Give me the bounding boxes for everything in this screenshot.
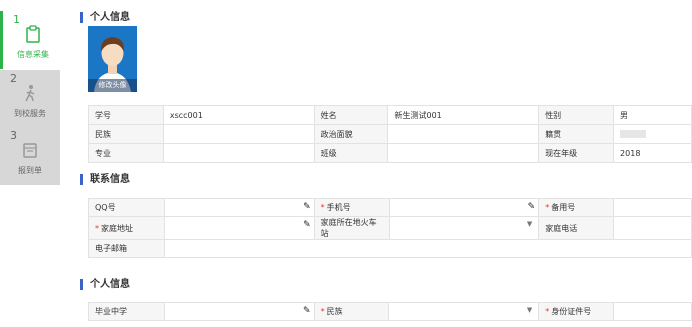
- qq-input[interactable]: ✎: [163, 198, 315, 217]
- email-label: 电子邮箱: [88, 239, 165, 258]
- cell-label: 民族: [88, 124, 164, 144]
- cell-value: 新生测试001: [387, 105, 540, 125]
- id-number-input[interactable]: [613, 302, 692, 321]
- home-address-input[interactable]: ✎: [163, 216, 315, 240]
- qq-label: QQ号: [88, 198, 165, 217]
- cell-value: [162, 124, 315, 144]
- backup-phone-input[interactable]: [613, 198, 692, 217]
- cell-label: 政治面貌: [313, 124, 389, 144]
- cell-value-blurred: [613, 124, 692, 144]
- home-phone-label: 家庭电话: [538, 216, 615, 240]
- cell-value: 2018: [613, 143, 692, 163]
- main-content: 个人信息 修改头像 学号 xscc001 姓名 新生测试001 性别 男 民族 …: [60, 0, 692, 327]
- station-label: 家庭所在地火车站: [313, 216, 390, 240]
- redacted-value: [620, 130, 647, 138]
- chevron-down-icon[interactable]: ▼: [527, 306, 532, 314]
- calendar-icon: [23, 143, 37, 158]
- edit-pencil-icon[interactable]: ✎: [303, 202, 311, 212]
- cell-label: 现在年级: [538, 143, 615, 163]
- step-label: 到校服务: [14, 109, 46, 118]
- change-avatar-label[interactable]: 修改头像: [88, 79, 137, 92]
- section-title-personal: 个人信息: [80, 12, 130, 23]
- walking-person-icon: [25, 85, 35, 102]
- contact-form: QQ号 ✎ 手机号 ✎ 备用号 家庭地址 ✎ 家庭所在地火车站 ▼ 家庭电话 电…: [88, 198, 692, 258]
- cell-label: 性别: [538, 105, 615, 125]
- form-row: QQ号 ✎ 手机号 ✎ 备用号: [88, 198, 692, 217]
- cell-value: [162, 143, 315, 163]
- cell-value: xscc001: [162, 105, 315, 125]
- step-school-service[interactable]: 2 到校服务: [0, 70, 60, 128]
- cell-value: 男: [613, 105, 692, 125]
- edit-pencil-icon[interactable]: ✎: [303, 220, 311, 230]
- step-number: 1: [13, 13, 20, 26]
- phone-label: 手机号: [313, 198, 390, 217]
- step-info-collection[interactable]: 1 信息采集: [0, 11, 60, 69]
- home-phone-input[interactable]: [613, 216, 692, 240]
- cell-label: 专业: [88, 143, 164, 163]
- cell-label: 籍贯: [538, 124, 615, 144]
- cell-label: 姓名: [313, 105, 389, 125]
- step-label: 信息采集: [17, 50, 49, 59]
- school-label: 毕业中学: [88, 302, 165, 321]
- school-input[interactable]: ✎: [163, 302, 315, 321]
- id-number-label: 身份证件号: [538, 302, 615, 321]
- step-number: 2: [10, 72, 17, 85]
- clipboard-icon: [26, 25, 40, 43]
- form-row: 电子邮箱: [88, 239, 692, 258]
- phone-input[interactable]: ✎: [388, 198, 540, 217]
- section-title-contact: 联系信息: [80, 174, 130, 185]
- personal-info-table: 学号 xscc001 姓名 新生测试001 性别 男 民族 政治面貌 籍贯 专业…: [88, 105, 692, 163]
- step-label: 报到单: [18, 166, 42, 175]
- cell-label: 班级: [313, 143, 389, 163]
- personal-form: 毕业中学 ✎ 民族 ▼ 身份证件号: [88, 302, 692, 321]
- edit-pencil-icon[interactable]: ✎: [303, 306, 311, 316]
- edit-pencil-icon[interactable]: ✎: [528, 202, 536, 212]
- cell-label: 学号: [88, 105, 164, 125]
- step-report-form[interactable]: 3 报到单: [0, 127, 60, 185]
- table-row: 学号 xscc001 姓名 新生测试001 性别 男: [88, 105, 692, 125]
- step-number: 3: [10, 129, 17, 142]
- cell-value: [387, 143, 540, 163]
- home-address-label: 家庭地址: [88, 216, 165, 240]
- ethnicity-label: 民族: [313, 302, 390, 321]
- ethnicity-select[interactable]: ▼: [388, 302, 540, 321]
- table-row: 专业 班级 现在年级 2018: [88, 143, 692, 163]
- backup-phone-label: 备用号: [538, 198, 615, 217]
- table-row: 民族 政治面貌 籍贯: [88, 124, 692, 144]
- form-row: 家庭地址 ✎ 家庭所在地火车站 ▼ 家庭电话: [88, 216, 692, 240]
- cell-value: [387, 124, 540, 144]
- section-title-personal-2: 个人信息: [80, 279, 130, 290]
- avatar[interactable]: 修改头像: [88, 26, 137, 92]
- chevron-down-icon[interactable]: ▼: [527, 220, 532, 228]
- station-select[interactable]: ▼: [388, 216, 540, 240]
- email-input[interactable]: [163, 239, 692, 258]
- step-sidebar: 1 信息采集 2 到校服务 3 报到单: [0, 0, 60, 327]
- form-row: 毕业中学 ✎ 民族 ▼ 身份证件号: [88, 302, 692, 321]
